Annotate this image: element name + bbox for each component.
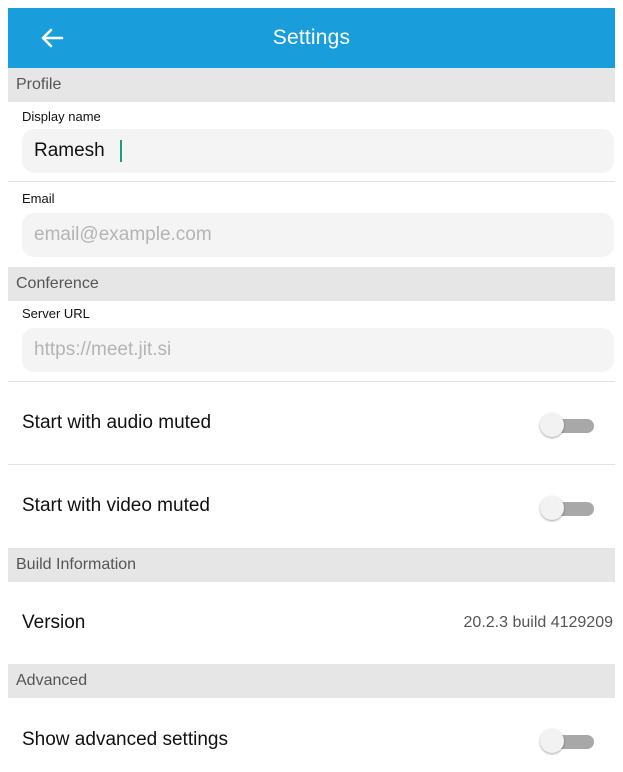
show-advanced-toggle[interactable] xyxy=(540,729,596,753)
video-muted-toggle[interactable] xyxy=(540,496,596,520)
divider xyxy=(8,381,615,382)
divider xyxy=(8,181,615,182)
section-header-conference: Conference xyxy=(8,267,615,301)
page-title: Settings xyxy=(272,26,351,49)
email-input[interactable] xyxy=(22,213,614,257)
toggle-thumb xyxy=(540,496,564,520)
audio-muted-toggle[interactable] xyxy=(540,413,596,437)
divider xyxy=(8,464,615,465)
toggle-thumb xyxy=(540,413,564,437)
display-name-input[interactable] xyxy=(22,129,614,173)
version-label: Version xyxy=(22,612,86,633)
email-label: Email xyxy=(22,191,55,206)
display-name-label: Display name xyxy=(22,109,101,124)
settings-screen: Settings Profile Display name Email Conf… xyxy=(0,0,623,772)
app-header: Settings xyxy=(8,8,615,68)
section-header-build: Build Information xyxy=(8,548,615,582)
video-muted-label: Start with video muted xyxy=(22,495,210,516)
audio-muted-label: Start with audio muted xyxy=(22,412,212,433)
show-advanced-label: Show advanced settings xyxy=(22,729,228,750)
server-url-label: Server URL xyxy=(22,306,90,321)
section-header-advanced: Advanced xyxy=(8,664,615,698)
version-value: 20.2.3 build 4129209 xyxy=(463,614,613,631)
toggle-thumb xyxy=(540,729,564,753)
section-header-profile: Profile xyxy=(8,68,615,102)
server-url-input[interactable] xyxy=(22,328,614,372)
text-cursor xyxy=(120,140,122,162)
